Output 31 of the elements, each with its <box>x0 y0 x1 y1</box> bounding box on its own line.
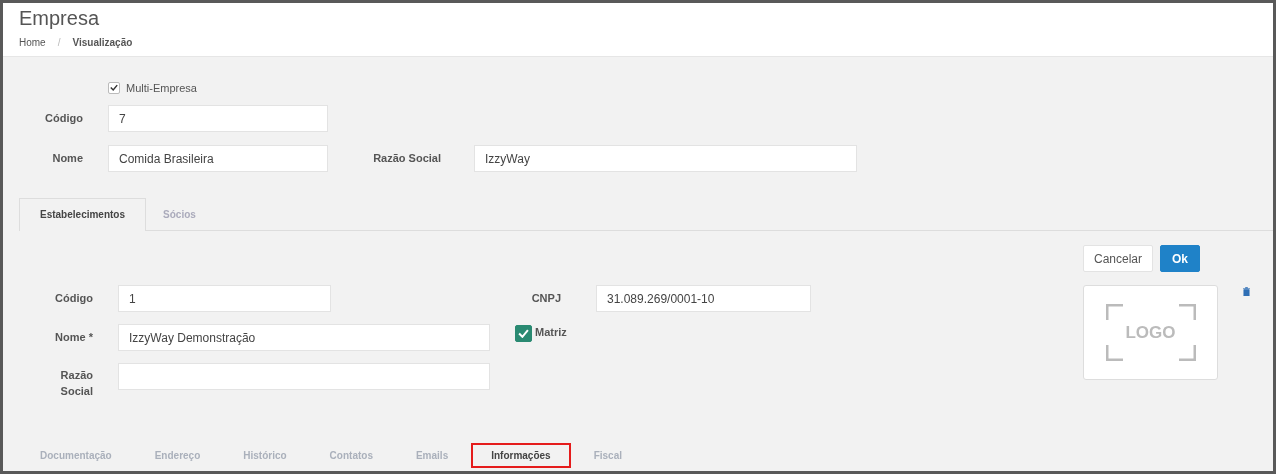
field-label: Nome <box>51 151 83 166</box>
checkbox[interactable] <box>515 325 532 342</box>
input-field[interactable]: 31.089.269/0001-10 <box>596 285 811 312</box>
checkbox[interactable] <box>108 81 120 94</box>
field-label: Código <box>54 291 93 306</box>
logo-text: LOGO <box>1125 322 1176 343</box>
input-field[interactable]: Comida Brasileira <box>108 145 328 172</box>
input-field[interactable] <box>118 363 490 390</box>
input-field[interactable]: IzzyWay <box>474 145 857 172</box>
page-title: Empresa <box>19 7 101 29</box>
input-field[interactable]: 1 <box>118 285 331 312</box>
breadcrumb-link[interactable]: Home <box>19 37 46 48</box>
input-field[interactable]: IzzyWay Demonstração <box>118 324 490 351</box>
ok-button[interactable]: Ok <box>1160 245 1201 272</box>
cancel-button[interactable]: Cancelar <box>1083 245 1154 272</box>
trash-icon[interactable] <box>1243 287 1250 296</box>
check-icon <box>110 84 118 91</box>
field-label: Razão Social <box>372 151 441 166</box>
field-label: Razão Social <box>59 368 93 399</box>
tab[interactable]: Estabelecimentos <box>19 198 147 231</box>
check-icon <box>518 329 529 338</box>
input-field[interactable]: 7 <box>108 105 328 132</box>
checkbox-label: Matriz <box>535 326 567 338</box>
breadcrumb-separator: / <box>57 37 61 48</box>
field-label: CNPJ <box>530 291 561 306</box>
breadcrumb-link[interactable]: Visualização <box>72 37 133 48</box>
frame-corners-icon <box>1106 304 1196 361</box>
field-label: Código <box>44 111 83 126</box>
field-label: Nome * <box>54 330 93 345</box>
tab[interactable]: Informações <box>471 443 571 468</box>
checkbox-label: Multi-Empresa <box>126 81 197 94</box>
